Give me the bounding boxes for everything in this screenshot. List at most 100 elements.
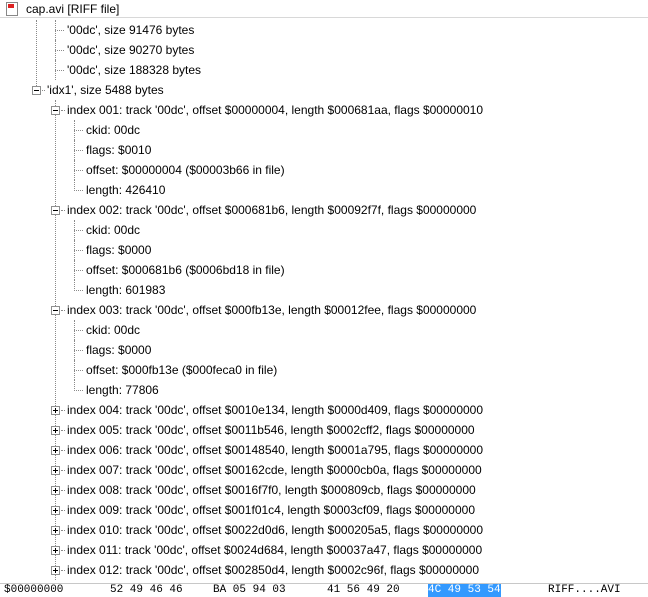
tree-leaf-chunk[interactable]: '00dc', size 188328 bytes [0,60,648,80]
tree-leaf-field[interactable]: flags: $0010 [0,140,648,160]
tree-leaf-field[interactable]: ckid: 00dc [0,320,648,340]
tree-node-label: '00dc', size 90270 bytes [67,43,195,57]
hex-bytes-group-3[interactable]: 41 56 49 20 [327,584,400,597]
tree-node-label: index 006: track '00dc', offset $0014854… [67,443,484,457]
tree-connector [55,50,64,51]
tree-node[interactable]: index 009: track '00dc', offset $001f01c… [0,500,648,520]
tree-node[interactable]: index 007: track '00dc', offset $00162cd… [0,460,648,480]
tree-node[interactable]: index 010: track '00dc', offset $0022d0d… [0,520,648,540]
expand-plus-icon[interactable] [51,546,60,555]
tree-leaf-field[interactable]: length: 77806 [0,380,648,400]
expand-plus-icon[interactable] [51,446,60,455]
tree-node-label: index 002: track '00dc', offset $000681b… [67,203,477,217]
collapse-minus-icon[interactable] [51,106,60,115]
tree-leaf-field[interactable]: offset: $00000004 ($00003b66 in file) [0,160,648,180]
tree-guide-line [55,20,56,40]
tree-connector [61,530,65,531]
tree-node[interactable]: index 001: track '00dc', offset $0000000… [0,100,648,120]
expand-plus-icon[interactable] [51,486,60,495]
tree-node[interactable]: 'idx1', size 5488 bytes [0,80,648,100]
tree-connector [74,390,83,391]
tree-connector [74,290,83,291]
tree-guide-line [74,160,75,180]
tree-leaf-field[interactable]: flags: $0000 [0,340,648,360]
tree-node-label: offset: $000fb13e ($000feca0 in file) [86,363,278,377]
window-title: cap.avi [RIFF file] [26,2,120,16]
tree-leaf-chunk[interactable]: '00dc', size 91476 bytes [0,20,648,40]
expand-plus-icon[interactable] [51,466,60,475]
tree-node[interactable]: index 012: track '00dc', offset $002850d… [0,560,648,580]
expand-plus-icon[interactable] [51,566,60,575]
hex-bytes-group-1[interactable]: 52 49 46 46 [110,584,183,597]
tree-node-label: flags: $0010 [86,143,152,157]
tree-guide-line [74,320,75,340]
tree-node[interactable]: index 003: track '00dc', offset $000fb13… [0,300,648,320]
tree-leaf-chunk[interactable]: '00dc', size 90270 bytes [0,40,648,60]
tree-node[interactable]: index 011: track '00dc', offset $0024d68… [0,540,648,560]
expand-plus-icon[interactable] [51,506,60,515]
tree-connector [74,350,83,351]
tree-node-label: 'idx1', size 5488 bytes [47,83,164,97]
tree-guide-line [55,40,56,60]
document-icon [6,2,18,16]
tree-node-label: offset: $00000004 ($00003b66 in file) [86,163,285,177]
hex-bytes-group-2[interactable]: BA 05 94 03 [213,584,286,597]
tree-guide-line [74,180,75,191]
tree-node-label: index 003: track '00dc', offset $000fb13… [67,303,477,317]
collapse-minus-icon[interactable] [32,86,41,95]
tree-connector [74,230,83,231]
tree-node-label: flags: $0000 [86,343,152,357]
tree-connector [61,490,65,491]
tree-node-label: '00dc', size 91476 bytes [67,23,195,37]
tree-node-label: index 001: track '00dc', offset $0000000… [67,103,484,117]
tree-node[interactable]: index 008: track '00dc', offset $0016f7f… [0,480,648,500]
tree-connector [74,190,83,191]
tree-guide-line [55,60,56,80]
expand-plus-icon[interactable] [51,426,60,435]
tree-leaf-field[interactable]: flags: $0000 [0,240,648,260]
tree-connector [74,250,83,251]
tree-connector [61,570,65,571]
hex-dump-line[interactable]: $00000000 52 49 46 46 BA 05 94 03 41 56 … [0,583,648,597]
collapse-minus-icon[interactable] [51,206,60,215]
tree-connector [55,70,64,71]
tree-node-label: index 008: track '00dc', offset $0016f7f… [67,483,476,497]
riff-tree-view[interactable]: '00dc', size 91476 bytes '00dc', size 902… [0,20,648,583]
tree-connector [61,450,65,451]
tree-leaf-field[interactable]: offset: $000fb13e ($000feca0 in file) [0,360,648,380]
tree-node-label: index 009: track '00dc', offset $001f01c… [67,503,475,517]
tree-leaf-field[interactable]: offset: $000681b6 ($0006bd18 in file) [0,260,648,280]
tree-guide-line [74,380,75,391]
expand-plus-icon[interactable] [51,406,60,415]
tree-leaf-field[interactable]: ckid: 00dc [0,220,648,240]
tree-connector [61,550,65,551]
tree-node-label: ckid: 00dc [86,323,141,337]
tree-node-label: offset: $000681b6 ($0006bd18 in file) [86,263,285,277]
tree-connector [74,150,83,151]
tree-connector [61,410,65,411]
tree-node[interactable]: index 006: track '00dc', offset $0014854… [0,440,648,460]
collapse-minus-icon[interactable] [51,306,60,315]
tree-connector [61,110,65,111]
tree-connector [61,430,65,431]
tree-leaf-field[interactable]: length: 601983 [0,280,648,300]
tree-node[interactable]: index 004: track '00dc', offset $0010e13… [0,400,648,420]
tree-node-label: ckid: 00dc [86,123,141,137]
tree-connector [74,370,83,371]
tree-node[interactable]: index 002: track '00dc', offset $000681b… [0,200,648,220]
tree-node-label: length: 77806 [86,383,159,397]
expand-plus-icon[interactable] [51,526,60,535]
hex-address: $00000000 [4,584,64,596]
tree-guide-line [74,220,75,240]
tree-guide-line [74,120,75,140]
tree-node[interactable]: index 005: track '00dc', offset $0011b54… [0,420,648,440]
tree-leaf-field[interactable]: length: 426410 [0,180,648,200]
tree-connector [61,310,65,311]
tree-node-label: flags: $0000 [86,243,152,257]
tree-node-label: length: 601983 [86,283,166,297]
hex-bytes-group-4-selected[interactable]: 4C 49 53 54 [428,584,501,597]
tree-leaf-field[interactable]: ckid: 00dc [0,120,648,140]
tree-connector [74,270,83,271]
tree-node-label: '00dc', size 188328 bytes [67,63,202,77]
tree-node-label: index 007: track '00dc', offset $00162cd… [67,463,482,477]
